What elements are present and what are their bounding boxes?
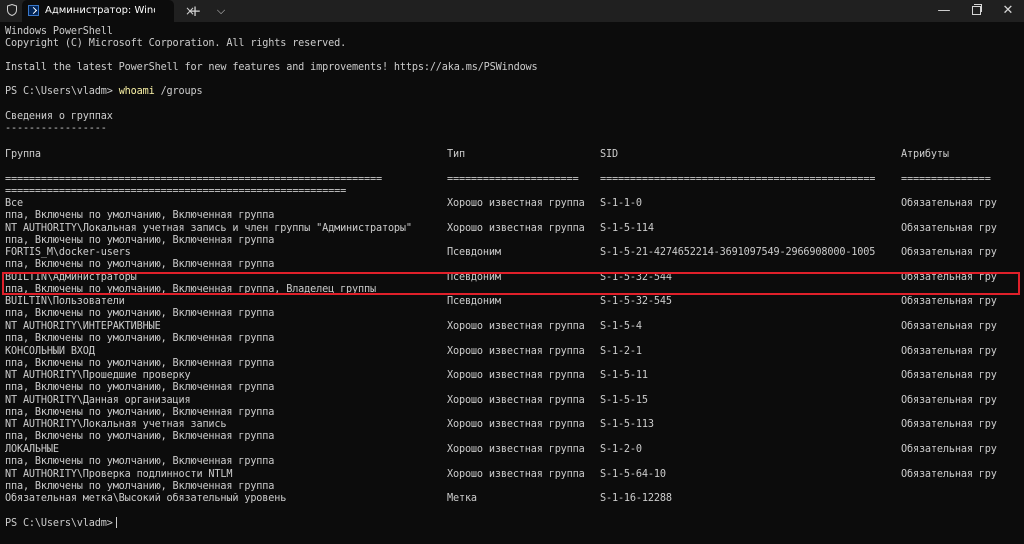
row-sid: S-1-5-11 [600,370,648,381]
minimize-button[interactable]: — [934,0,954,22]
title-bar: Администратор: Windows PowerShell × + ⌵ … [0,0,1024,22]
row-attributes: Обязательная гру [901,321,997,332]
row-attributes: Обязательная гру [901,198,997,209]
row-sid: S-1-5-113 [600,419,654,430]
row-attributes: Обязательная гру [901,469,997,480]
row-attributes: Обязательная гру [901,223,997,234]
row-type: Хорошо известная группа [447,444,585,455]
row-group: NT AUTHORITY\Проверка подлинности NTLM [5,469,233,480]
command-args: /groups [160,86,203,97]
close-button[interactable]: ✕ [998,0,1018,22]
powershell-icon [28,5,39,16]
row-attributes-continuation: ппа, Включены по умолчанию, Включенная г… [5,210,275,221]
row-attributes-continuation: ппа, Включены по умолчанию, Включенная г… [5,358,275,369]
section-underline: ----------------- [5,123,107,134]
row-sid: S-1-5-64-10 [600,469,666,480]
admin-shield-icon [7,4,17,16]
row-attributes-continuation: ппа, Включены по умолчанию, Включенная г… [5,308,275,319]
banner-line: Windows PowerShell [5,26,113,37]
row-group: NT AUTHORITY\Данная организация [5,395,191,406]
row-attributes: Обязательная гру [901,296,997,307]
row-sid: S-1-5-15 [600,395,648,406]
terminal-output[interactable]: Windows PowerShell Copyright (C) Microso… [0,24,1024,544]
row-type: Хорошо известная группа [447,223,585,234]
section-title: Сведения о группах [5,111,113,122]
row-attributes-continuation: ппа, Включены по умолчанию, Включенная г… [5,456,275,467]
row-attributes-continuation: ппа, Включены по умолчанию, Включенная г… [5,407,275,418]
separator-group: ========================================… [5,174,382,185]
text-cursor [115,517,117,528]
separator-attributes: =============== [901,174,991,185]
row-attributes [901,493,1011,505]
prompt: PS C:\Users\vladm> [5,518,113,529]
row-attributes: Обязательная гру [901,395,997,406]
command-line: PS C:\Users\vladm> whoami /groups [5,86,203,98]
row-group: BUILTIN\Пользователи [5,296,125,307]
row-group: КОНСОЛЬНЫЙ ВХОД [5,346,95,357]
highlight-annotation [2,272,1020,295]
row-attributes: Обязательная гру [901,247,997,258]
header-attributes: Атрибуты [901,149,949,160]
row-attributes: Обязательная гру [901,419,997,430]
row-sid: S-1-16-12288 [600,493,672,504]
banner-line: Install the latest PowerShell for new fe… [5,62,538,73]
row-sid: S-1-5-21-4274652214-3691097549-296690800… [600,247,876,258]
row-type: Хорошо известная группа [447,198,585,209]
row-group: ЛОКАЛЬНЫЕ [5,444,59,455]
row-attributes-continuation: ппа, Включены по умолчанию, Включенная г… [5,259,275,270]
row-type: Хорошо известная группа [447,419,585,430]
maximize-button[interactable] [966,0,986,22]
row-sid: S-1-5-114 [600,223,654,234]
row-type: Псевдоним [447,296,501,307]
prompt: PS C:\Users\vladm> [5,86,113,97]
row-attributes: Обязательная гру [901,370,997,381]
row-attributes-continuation: ппа, Включены по умолчанию, Включенная г… [5,235,275,246]
header-type: Тип [447,149,465,160]
row-type: Хорошо известная группа [447,469,585,480]
row-group: Все [5,198,23,209]
row-sid: S-1-2-0 [600,444,642,455]
row-type: Хорошо известная группа [447,321,585,332]
row-group: Обязательная метка\Высокий обязательный … [5,493,287,504]
powershell-window: Администратор: Windows PowerShell × + ⌵ … [0,0,1024,544]
row-group: NT AUTHORITY\Прошедшие проверку [5,370,191,381]
row-group: FORTIS_M\docker-users [5,247,131,258]
banner-line: Copyright (C) Microsoft Corporation. All… [5,38,347,49]
row-type: Псевдоним [447,247,501,258]
row-group: NT AUTHORITY\ИНТЕРАКТИВНЫЕ [5,321,161,332]
row-sid: S-1-5-32-545 [600,296,672,307]
row-attributes-continuation: ппа, Включены по умолчанию, Включенная г… [5,481,275,492]
row-type: Хорошо известная группа [447,370,585,381]
new-tab-button[interactable]: + [185,0,205,22]
header-group: Группа [5,149,41,160]
tab-powershell[interactable]: Администратор: Windows PowerShell × [22,0,195,22]
row-attributes-continuation: ппа, Включены по умолчанию, Включенная г… [5,431,275,442]
chevron-down-icon[interactable]: ⌵ [213,0,229,22]
header-sid: SID [600,149,618,160]
separator-group-wrap: ========================================… [5,186,347,197]
tab-title: Администратор: Windows PowerShell [45,5,155,16]
row-type: Хорошо известная группа [447,346,585,357]
restore-icon [971,4,982,15]
row-attributes-continuation: ппа, Включены по умолчанию, Включенная г… [5,382,275,393]
command-name: whoami [118,86,155,97]
row-type: Хорошо известная группа [447,395,585,406]
row-sid: S-1-1-0 [600,198,642,209]
row-attributes: Обязательная гру [901,346,997,357]
row-group: NT AUTHORITY\Локальная учетная запись и … [5,223,412,234]
row-sid: S-1-2-1 [600,346,642,357]
row-sid: S-1-5-4 [600,321,642,332]
separator-type: ====================== [447,174,579,185]
row-attributes: Обязательная гру [901,444,997,455]
row-attributes-continuation: ппа, Включены по умолчанию, Включенная г… [5,333,275,344]
separator-sid: ========================================… [600,174,876,185]
row-group: NT AUTHORITY\Локальная учетная запись [5,419,227,430]
row-type: Метка [447,493,477,504]
final-prompt-line[interactable]: PS C:\Users\vladm> [5,517,117,529]
